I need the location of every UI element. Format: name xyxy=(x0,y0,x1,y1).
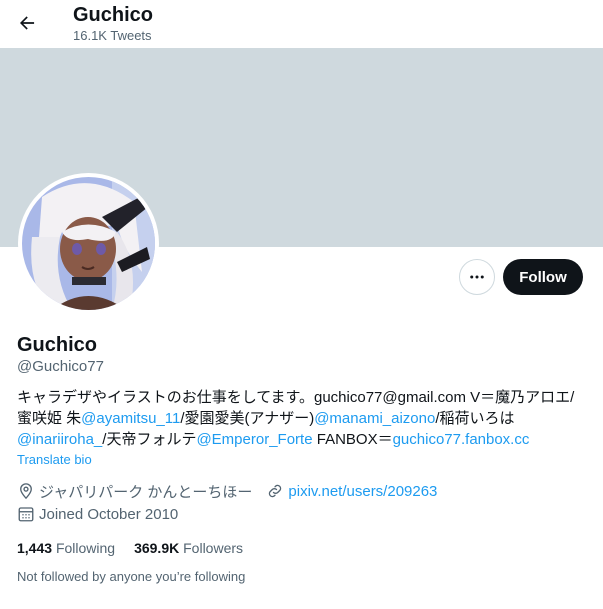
not-followed-note: Not followed by anyone you’re following xyxy=(17,569,246,584)
header-title: Guchico xyxy=(73,4,154,26)
calendar-icon xyxy=(18,507,34,522)
website-link[interactable]: pixiv.net/users/209263 xyxy=(288,483,437,500)
mention-link-manami[interactable]: @manami_aizono xyxy=(314,410,435,427)
user-handle: @Guchico77 xyxy=(17,358,104,375)
followers-link[interactable]: 369.9K Followers xyxy=(134,539,243,557)
location-text: ジャパリパーク かんとーちほー xyxy=(39,483,253,501)
link-icon xyxy=(269,484,282,498)
tweet-count: 16.1K Tweets xyxy=(73,28,152,43)
follow-stats: 1,443 Following 369.9K Followers xyxy=(17,539,262,557)
profile-meta-row: ジャパリパーク かんとーちほー pixiv.net/users/209263 xyxy=(17,481,437,501)
followers-count: 369.9K xyxy=(134,540,180,556)
fanbox-link[interactable]: guchico77.fanbox.cc xyxy=(393,431,530,448)
translate-bio-link[interactable]: Translate bio xyxy=(17,452,92,468)
bio-text: /稲荷いろは xyxy=(435,410,515,427)
bio-text: /愛園愛美(アナザー) xyxy=(180,410,315,427)
avatar-image xyxy=(22,177,155,310)
joined-row: Joined October 2010 xyxy=(17,504,178,524)
arrow-left-icon xyxy=(20,16,35,30)
bio-text: FANBOX＝ xyxy=(312,431,393,448)
mention-link-emperor-forte[interactable]: @Emperor_Forte xyxy=(196,431,312,448)
mention-link-inariiroha[interactable]: @inariiroha_ xyxy=(17,431,102,448)
display-name: Guchico xyxy=(17,334,98,356)
avatar[interactable] xyxy=(18,173,159,314)
profile-header: Guchico 16.1K Tweets xyxy=(0,0,603,48)
location-pin-icon xyxy=(20,483,32,500)
bio-text: キャラデザやイラストのお仕事をしてます。guchico77@gmail.com … xyxy=(17,389,575,406)
profile-bio: キャラデザやイラストのお仕事をしてます。guchico77@gmail.com … xyxy=(17,387,592,450)
more-dots-icon xyxy=(470,275,484,279)
following-link[interactable]: 1,443 Following xyxy=(17,539,115,557)
follow-button[interactable]: Follow xyxy=(503,259,583,295)
bio-text: /天帝フォルテ xyxy=(102,431,197,448)
joined-date: Joined October 2010 xyxy=(39,505,179,523)
following-label: Following xyxy=(55,540,116,556)
mention-link-ayamitsu[interactable]: @ayamitsu_11 xyxy=(81,410,180,427)
following-count: 1,443 xyxy=(17,540,53,556)
followers-label: Followers xyxy=(183,540,244,556)
more-options-button[interactable] xyxy=(459,259,495,295)
back-button[interactable] xyxy=(10,6,44,40)
bio-text: 蜜咲姫 朱 xyxy=(17,410,82,427)
